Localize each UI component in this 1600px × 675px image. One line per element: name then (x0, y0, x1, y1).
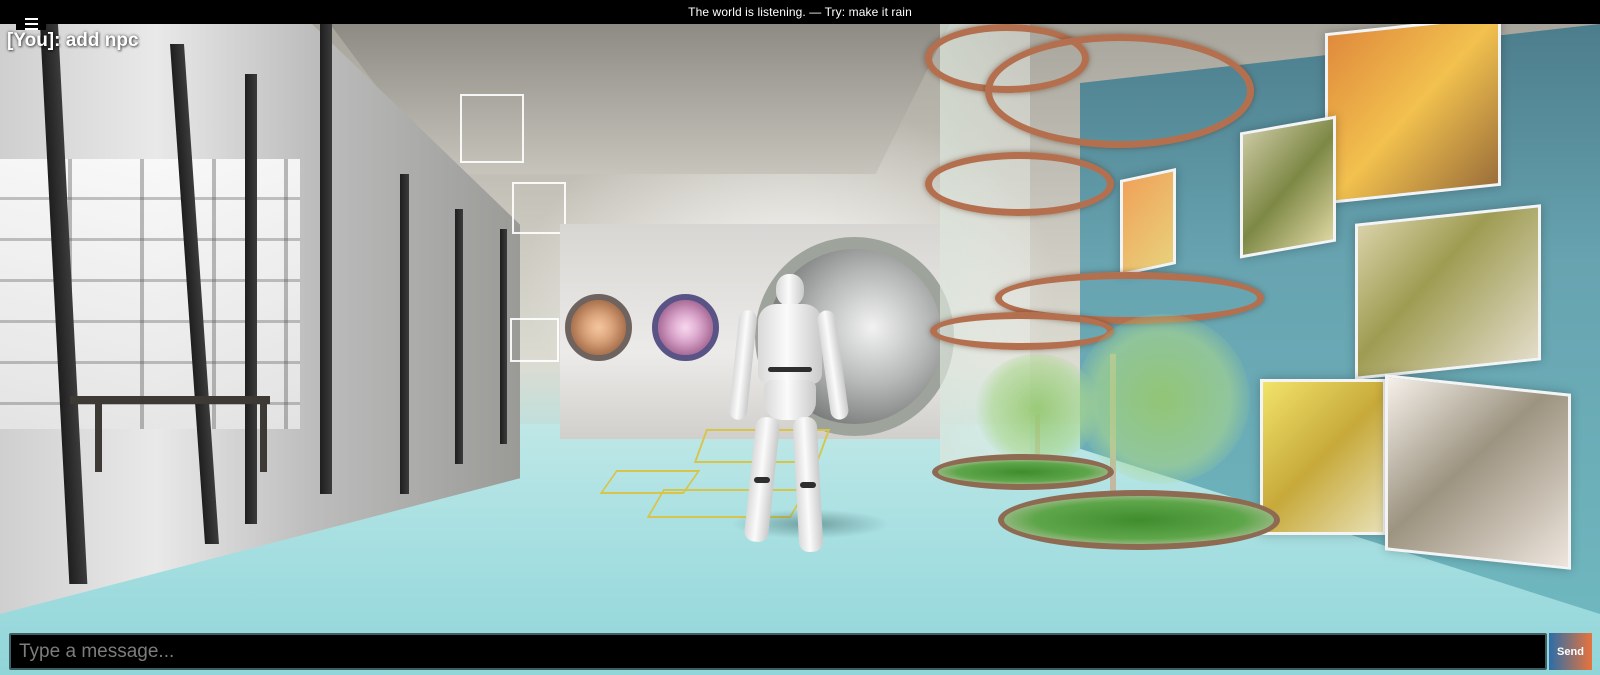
menu-line (24, 18, 38, 20)
wireframe-cube (512, 182, 566, 234)
copper-ring (985, 34, 1254, 148)
copper-ring (925, 152, 1114, 216)
wireframe-cube (510, 318, 559, 362)
character-left-arm (728, 309, 758, 421)
character-joint (768, 367, 812, 372)
game-viewport[interactable] (0, 24, 1600, 675)
painting (1260, 379, 1386, 535)
character-head (776, 274, 804, 306)
menu-line (24, 23, 38, 25)
chat-message: [You]: add npc (7, 30, 139, 51)
hint-text: The world is listening. — Try: make it r… (688, 5, 912, 19)
character-joint (754, 477, 770, 483)
glass-frame (455, 209, 463, 464)
painting (1120, 168, 1176, 276)
painting (1240, 115, 1336, 259)
send-button[interactable]: Send (1549, 633, 1592, 670)
tree-foliage (1075, 314, 1250, 484)
desk-leg (95, 402, 102, 472)
character-pelvis (764, 380, 816, 420)
desk-leg (260, 402, 267, 472)
character-torso (758, 304, 822, 384)
chat-bar: Send (9, 633, 1592, 670)
planter (932, 454, 1114, 490)
copper-ring (930, 312, 1114, 350)
glass-frame (400, 174, 409, 494)
chat-input[interactable] (9, 633, 1547, 670)
hamburger-menu-icon (24, 6, 38, 32)
glass-frame (500, 229, 507, 444)
planter (998, 490, 1280, 550)
painting (1385, 374, 1571, 570)
menu-button[interactable] (16, 6, 46, 30)
glass-frame (245, 74, 257, 524)
chat-log: [You]: add npc (7, 30, 139, 52)
glass-frame (320, 24, 332, 494)
character-joint (800, 482, 816, 488)
player-character[interactable] (728, 272, 850, 572)
painting (1355, 204, 1541, 380)
pink-portal (652, 294, 719, 361)
top-hint-bar: The world is listening. — Try: make it r… (0, 0, 1600, 24)
painting (1325, 24, 1501, 205)
orange-portal (565, 294, 632, 361)
wireframe-cube (460, 94, 524, 163)
